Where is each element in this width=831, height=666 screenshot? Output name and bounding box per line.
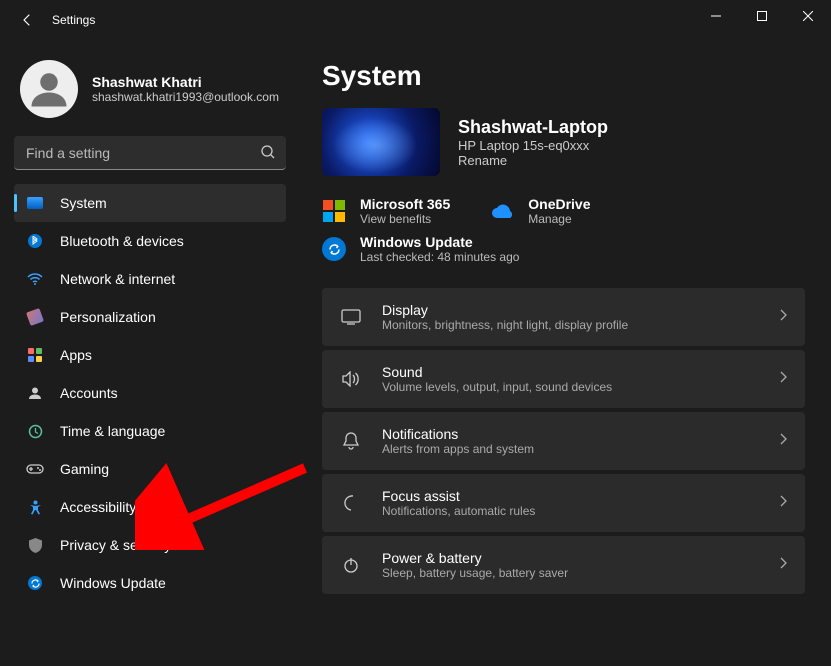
sidebar-item-network[interactable]: Network & internet [14, 260, 286, 298]
sidebar: Shashwat Khatri shashwat.khatri1993@outl… [0, 40, 300, 666]
quicklink-sub: View benefits [360, 212, 450, 226]
update-icon [322, 237, 346, 261]
setting-notifications[interactable]: Notifications Alerts from apps and syste… [322, 412, 805, 470]
user-name: Shashwat Khatri [92, 74, 279, 90]
page-title: System [322, 60, 805, 92]
setting-focus[interactable]: Focus assist Notifications, automatic ru… [322, 474, 805, 532]
setting-title: Sound [382, 364, 759, 380]
search-box[interactable] [14, 136, 286, 170]
ms365-icon [322, 199, 346, 223]
setting-sub: Sleep, battery usage, battery saver [382, 566, 759, 580]
setting-sub: Notifications, automatic rules [382, 504, 759, 518]
bell-icon [340, 430, 362, 452]
sidebar-item-time[interactable]: Time & language [14, 412, 286, 450]
sidebar-item-label: Network & internet [60, 271, 175, 287]
quicklink-title: Windows Update [360, 234, 519, 250]
device-thumbnail [322, 108, 440, 176]
setting-sub: Volume levels, output, input, sound devi… [382, 380, 759, 394]
apps-icon [26, 346, 44, 364]
user-block[interactable]: Shashwat Khatri shashwat.khatri1993@outl… [14, 50, 286, 136]
sidebar-item-label: Personalization [60, 309, 156, 325]
device-info: Shashwat-Laptop HP Laptop 15s-eq0xxx Ren… [322, 108, 805, 176]
main-content: System Shashwat-Laptop HP Laptop 15s-eq0… [300, 40, 831, 666]
setting-title: Focus assist [382, 488, 759, 504]
chevron-right-icon [779, 308, 787, 326]
sidebar-item-label: Accessibility [60, 499, 136, 515]
sound-icon [340, 368, 362, 390]
quicklink-sub: Last checked: 48 minutes ago [360, 250, 519, 264]
brush-icon [26, 308, 44, 326]
quicklink-sub: Manage [528, 212, 590, 226]
person-icon [26, 384, 44, 402]
sidebar-item-accessibility[interactable]: Accessibility [14, 488, 286, 526]
sidebar-item-label: Windows Update [60, 575, 166, 591]
sidebar-item-privacy[interactable]: Privacy & security [14, 526, 286, 564]
close-button[interactable] [785, 0, 831, 32]
device-name: Shashwat-Laptop [458, 117, 608, 138]
nav: System Bluetooth & devices Network & int… [14, 184, 286, 602]
setting-title: Power & battery [382, 550, 759, 566]
setting-display[interactable]: Display Monitors, brightness, night ligh… [322, 288, 805, 346]
setting-sub: Monitors, brightness, night light, displ… [382, 318, 759, 332]
update-icon [26, 574, 44, 592]
display-icon [340, 306, 362, 328]
sidebar-item-accounts[interactable]: Accounts [14, 374, 286, 412]
shield-icon [26, 536, 44, 554]
titlebar: Settings [0, 0, 831, 40]
setting-sub: Alerts from apps and system [382, 442, 759, 456]
accessibility-icon [26, 498, 44, 516]
sidebar-item-label: System [60, 195, 107, 211]
setting-title: Display [382, 302, 759, 318]
onedrive-icon [490, 199, 514, 223]
quick-links: Microsoft 365 View benefits OneDrive Man… [322, 196, 805, 264]
quicklink-ms365[interactable]: Microsoft 365 View benefits [322, 196, 450, 226]
power-icon [340, 554, 362, 576]
setting-sound[interactable]: Sound Volume levels, output, input, soun… [322, 350, 805, 408]
sidebar-item-label: Time & language [60, 423, 165, 439]
moon-icon [340, 492, 362, 514]
sidebar-item-gaming[interactable]: Gaming [14, 450, 286, 488]
maximize-button[interactable] [739, 0, 785, 32]
minimize-button[interactable] [693, 0, 739, 32]
sidebar-item-windowsupdate[interactable]: Windows Update [14, 564, 286, 602]
chevron-right-icon [779, 556, 787, 574]
sidebar-item-label: Accounts [60, 385, 118, 401]
sidebar-item-personalization[interactable]: Personalization [14, 298, 286, 336]
quicklink-onedrive[interactable]: OneDrive Manage [490, 196, 590, 226]
search-icon [260, 144, 276, 165]
sidebar-item-apps[interactable]: Apps [14, 336, 286, 374]
back-button[interactable] [10, 3, 44, 37]
chevron-right-icon [779, 370, 787, 388]
chevron-right-icon [779, 494, 787, 512]
quicklink-title: OneDrive [528, 196, 590, 212]
sidebar-item-system[interactable]: System [14, 184, 286, 222]
settings-list: Display Monitors, brightness, night ligh… [322, 288, 805, 594]
user-email: shashwat.khatri1993@outlook.com [92, 90, 279, 104]
sidebar-item-label: Bluetooth & devices [60, 233, 184, 249]
quicklink-windowsupdate[interactable]: Windows Update Last checked: 48 minutes … [322, 234, 805, 264]
quicklink-title: Microsoft 365 [360, 196, 450, 212]
sidebar-item-label: Gaming [60, 461, 109, 477]
chevron-right-icon [779, 432, 787, 450]
window-title: Settings [52, 13, 95, 27]
sidebar-item-label: Apps [60, 347, 92, 363]
setting-power[interactable]: Power & battery Sleep, battery usage, ba… [322, 536, 805, 594]
bluetooth-icon [26, 232, 44, 250]
setting-title: Notifications [382, 426, 759, 442]
wifi-icon [26, 270, 44, 288]
clock-icon [26, 422, 44, 440]
avatar [20, 60, 78, 118]
system-icon [26, 194, 44, 212]
device-model: HP Laptop 15s-eq0xxx [458, 138, 608, 153]
sidebar-item-bluetooth[interactable]: Bluetooth & devices [14, 222, 286, 260]
rename-link[interactable]: Rename [458, 153, 608, 168]
sidebar-item-label: Privacy & security [60, 537, 171, 553]
gamepad-icon [26, 460, 44, 478]
search-input[interactable] [14, 136, 286, 170]
